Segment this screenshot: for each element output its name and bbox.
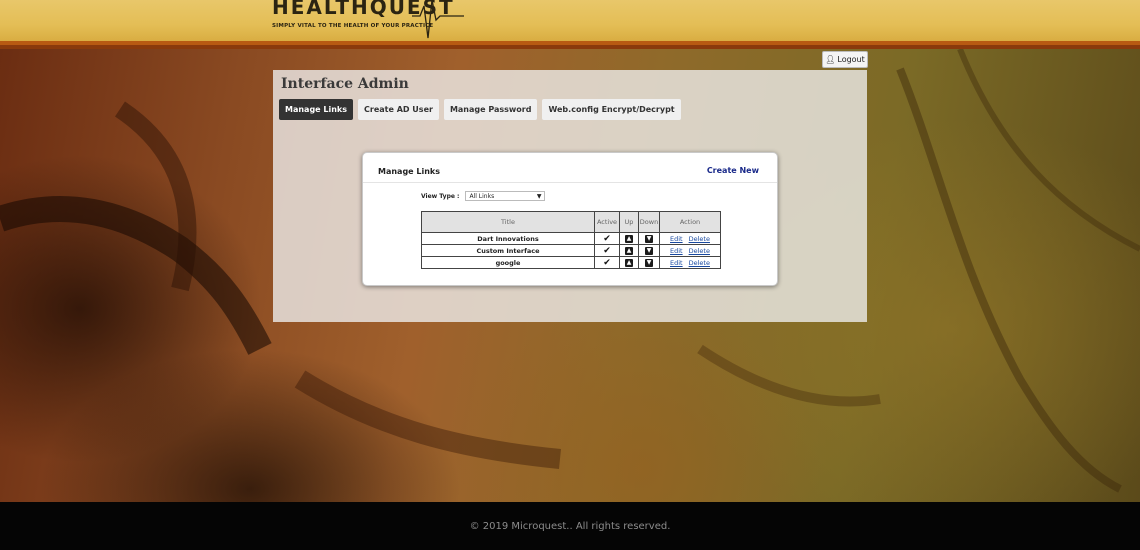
delete-link[interactable]: Delete [689, 235, 710, 243]
checkmark-icon: ✔ [603, 257, 611, 268]
move-up-icon[interactable]: ▲ [625, 247, 633, 255]
site-footer: © 2019 Microquest.. All rights reserved. [0, 502, 1140, 550]
link-title: Custom Interface [421, 244, 595, 257]
card-header: Manage Links Create New [363, 153, 777, 183]
move-down-icon[interactable]: ▼ [645, 259, 653, 267]
down-cell: ▼ [638, 244, 660, 257]
checkmark-icon: ✔ [603, 245, 611, 256]
page-title: Interface Admin [281, 76, 409, 92]
site-header: HEALTHQUEST SIMPLY VITAL TO THE HEALTH O… [0, 0, 1140, 49]
edit-link[interactable]: Edit [670, 235, 683, 243]
action-cell: Edit Delete [659, 256, 721, 269]
healthquest-logo[interactable]: HEALTHQUEST SIMPLY VITAL TO THE HEALTH O… [272, 0, 464, 39]
logout-label: Logout [837, 55, 865, 64]
delete-link[interactable]: Delete [689, 247, 710, 255]
tab-manage-password[interactable]: Manage Password [443, 99, 538, 120]
logout-button[interactable]: 👤︎ Logout [822, 51, 868, 68]
link-title: Dart Innovations [421, 232, 595, 245]
active-cell: ✔ [594, 232, 620, 245]
action-cell: Edit Delete [659, 244, 721, 257]
tab-create-ad-user[interactable]: Create AD User [358, 99, 439, 120]
dropdown-arrow-icon: ▼ [536, 192, 542, 200]
active-cell: ✔ [594, 256, 620, 269]
move-down-icon[interactable]: ▼ [645, 247, 653, 255]
move-down-icon[interactable]: ▼ [645, 235, 653, 243]
active-cell: ✔ [594, 244, 620, 257]
down-cell: ▼ [638, 232, 660, 245]
heartbeat-icon [412, 0, 464, 39]
table-row: Custom Interface ✔ ▲ ▼ Edit Delete [421, 244, 721, 257]
links-table: Title Active Up Down Action Dart Innovat… [421, 211, 721, 269]
action-cell: Edit Delete [659, 232, 721, 245]
view-type-label: View Type : [421, 192, 460, 200]
checkmark-icon: ✔ [603, 233, 611, 244]
down-cell: ▼ [638, 256, 660, 269]
tab-manage-links[interactable]: Manage Links [279, 99, 354, 120]
move-up-icon[interactable]: ▲ [625, 259, 633, 267]
view-type-filter: View Type : All Links ▼ [421, 191, 546, 201]
col-title: Title [421, 211, 595, 233]
move-up-icon[interactable]: ▲ [625, 235, 633, 243]
link-title: google [421, 256, 595, 269]
delete-link[interactable]: Delete [689, 259, 710, 267]
up-cell: ▲ [619, 244, 639, 257]
up-cell: ▲ [619, 256, 639, 269]
table-header-row: Title Active Up Down Action [421, 211, 721, 233]
table-row: google ✔ ▲ ▼ Edit Delete [421, 256, 721, 269]
card-title: Manage Links [378, 167, 441, 176]
view-type-value: All Links [469, 192, 495, 200]
edit-link[interactable]: Edit [670, 247, 683, 255]
col-action: Action [659, 211, 721, 233]
col-active: Active [594, 211, 620, 233]
copyright-text: © 2019 Microquest.. All rights reserved. [469, 520, 671, 532]
col-down: Down [638, 211, 660, 233]
view-type-select[interactable]: All Links ▼ [465, 191, 546, 201]
up-cell: ▲ [619, 232, 639, 245]
tab-webconfig-encrypt[interactable]: Web.config Encrypt/Decrypt [542, 99, 681, 120]
col-up: Up [619, 211, 639, 233]
manage-links-card: Manage Links Create New View Type : All … [362, 152, 778, 286]
admin-panel: Interface Admin Manage Links Create AD U… [273, 70, 867, 322]
create-new-link[interactable]: Create New [707, 166, 759, 175]
table-row: Dart Innovations ✔ ▲ ▼ Edit Delete [421, 232, 721, 245]
admin-tabs: Manage Links Create AD User Manage Passw… [279, 99, 681, 120]
edit-link[interactable]: Edit [670, 259, 683, 267]
user-icon: 👤︎ [825, 55, 836, 64]
